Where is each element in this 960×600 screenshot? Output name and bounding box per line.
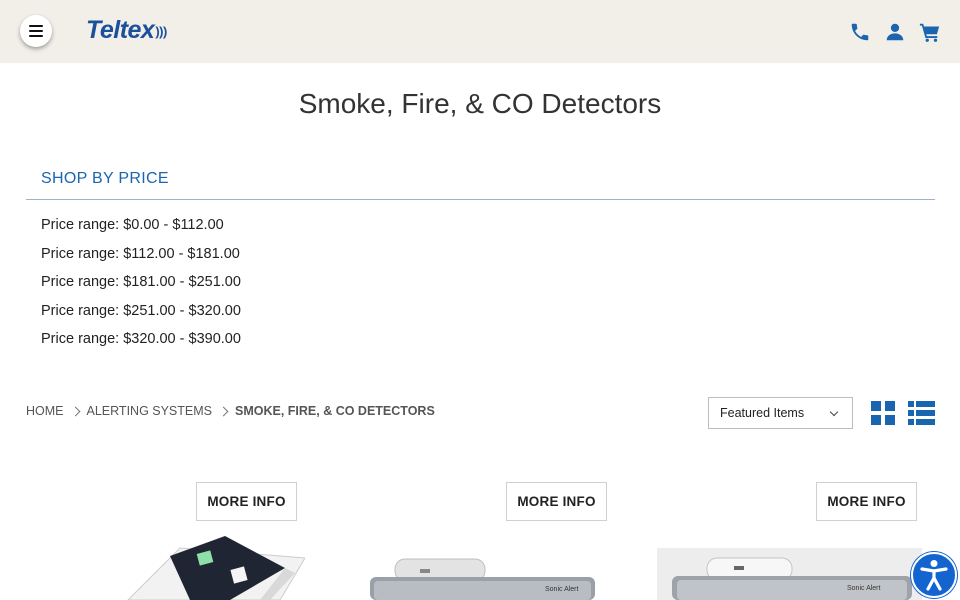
menu-icon-bar [29,30,43,32]
logo[interactable]: Teltex))) [86,16,167,45]
breadcrumb: HOME ALERTING SYSTEMS SMOKE, FIRE, & CO … [26,404,435,418]
chevron-right-icon [70,406,80,416]
divider [26,199,935,200]
user-icon[interactable] [884,21,906,43]
more-info-button[interactable]: MORE INFO [506,482,607,521]
accessibility-icon [920,560,948,591]
sort-select[interactable]: Featured Items [708,397,853,429]
breadcrumb-alerting-systems[interactable]: ALERTING SYSTEMS [87,404,213,418]
grid-view-icon[interactable] [871,401,895,425]
menu-icon-bar [29,35,43,37]
page-title: Smoke, Fire, & CO Detectors [298,88,662,119]
product-label: Sonic Alert [545,586,579,593]
product-image[interactable]: Sonic Alert [657,548,922,600]
menu-button[interactable] [20,15,52,47]
accessibility-button[interactable] [911,552,957,598]
site-header: Teltex))) [0,0,960,63]
price-range-link[interactable]: Price range: $181.00 - $251.00 [41,271,241,300]
price-range-link[interactable]: Price range: $251.00 - $320.00 [41,300,241,329]
cart-icon[interactable] [919,21,941,43]
logo-waves-icon: ))) [155,24,167,39]
price-range-list: Price range: $0.00 - $112.00 Price range… [41,214,241,357]
phone-icon[interactable] [849,21,871,43]
product-label: Sonic Alert [847,585,881,592]
logo-text: Teltex [86,16,155,44]
product-image[interactable]: Sonic Alert [360,555,600,600]
product-image[interactable] [120,528,305,600]
breadcrumb-current: SMOKE, FIRE, & CO DETECTORS [235,404,435,418]
list-view-icon[interactable] [908,401,935,425]
more-info-button[interactable]: MORE INFO [196,482,297,521]
price-range-link[interactable]: Price range: $112.00 - $181.00 [41,243,241,272]
shop-by-price-heading: SHOP BY PRICE [41,170,169,187]
breadcrumb-home[interactable]: HOME [26,404,64,418]
more-info-button[interactable]: MORE INFO [816,482,917,521]
chevron-down-icon [829,407,839,417]
sort-selected-value: Featured Items [720,406,805,420]
price-range-link[interactable]: Price range: $320.00 - $390.00 [41,328,241,357]
menu-icon-bar [29,25,43,27]
price-range-link[interactable]: Price range: $0.00 - $112.00 [41,214,241,243]
chevron-right-icon [218,406,229,416]
